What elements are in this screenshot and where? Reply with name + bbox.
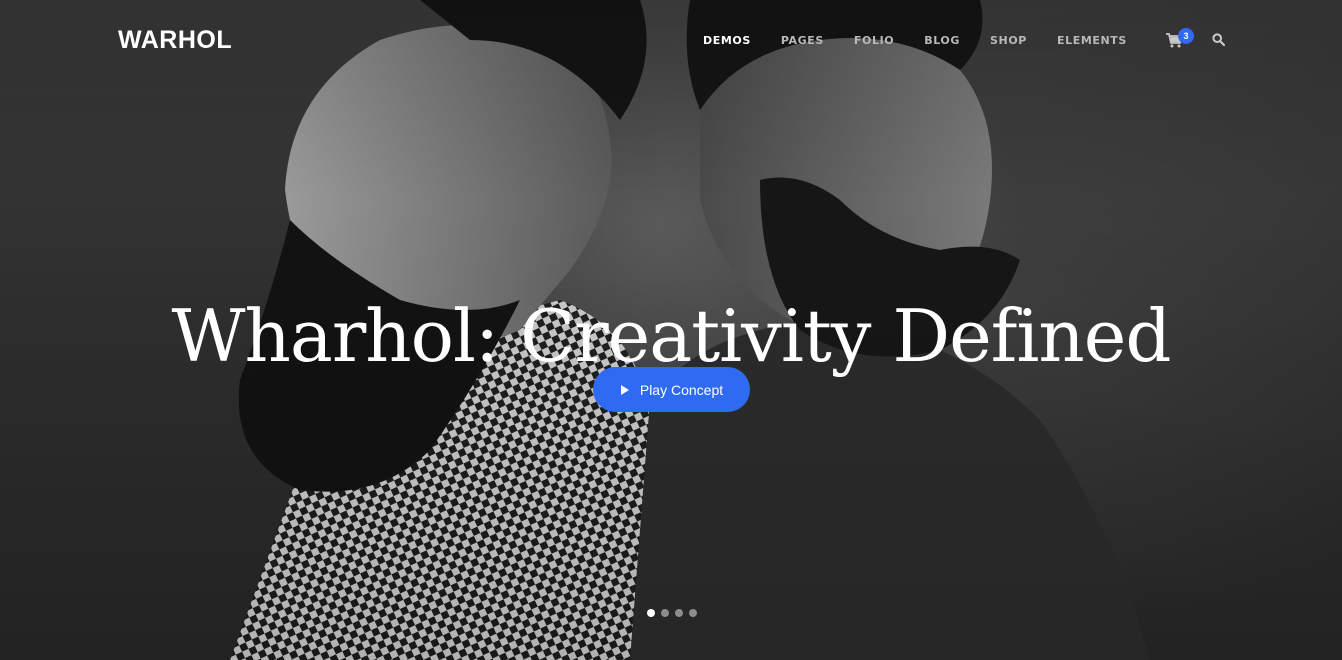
play-concept-label: Play Concept: [639, 381, 724, 398]
slider-dot-1[interactable]: [647, 609, 655, 617]
slider-pagination: [647, 609, 697, 617]
nav-item-elements[interactable]: ELEMENTS: [1057, 34, 1127, 47]
nav-item-demos[interactable]: DEMOS: [703, 34, 751, 47]
slider-dot-3[interactable]: [675, 609, 683, 617]
search-icon[interactable]: [1212, 33, 1225, 46]
main-nav: DEMOS PAGES FOLIO BLOG SHOP ELEMENTS: [703, 33, 1127, 47]
nav-item-blog[interactable]: BLOG: [924, 34, 960, 47]
slider-dot-2[interactable]: [661, 609, 669, 617]
site-logo[interactable]: WARHOL: [118, 26, 232, 54]
play-concept-button[interactable]: Play Concept: [593, 367, 750, 412]
nav-item-folio[interactable]: FOLIO: [854, 34, 894, 47]
nav-item-pages[interactable]: PAGES: [781, 34, 824, 47]
slider-dot-4[interactable]: [689, 609, 697, 617]
cart-count-badge[interactable]: 3: [1178, 28, 1194, 44]
site-header: WARHOL DEMOS PAGES FOLIO BLOG SHOP ELEME…: [0, 0, 1342, 80]
hero-slider: WARHOL DEMOS PAGES FOLIO BLOG SHOP ELEME…: [0, 0, 1342, 660]
nav-item-shop[interactable]: SHOP: [990, 34, 1027, 47]
play-icon: [620, 384, 629, 395]
